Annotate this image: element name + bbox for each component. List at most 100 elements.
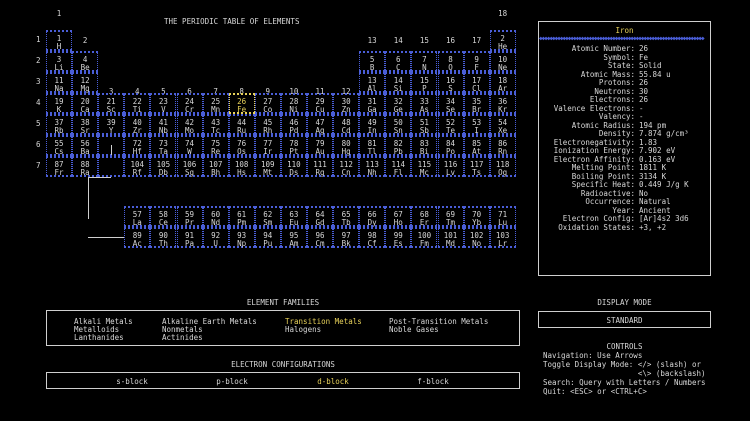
element-cell[interactable]: 67 Ho bbox=[385, 206, 412, 227]
element-cell[interactable]: 96 Cm bbox=[307, 227, 333, 248]
config-item[interactable]: f-block bbox=[403, 378, 463, 386]
element-cell[interactable]: 10 Ne bbox=[489, 51, 516, 72]
element-cell[interactable]: 11 Na bbox=[46, 72, 72, 93]
element-cell[interactable]: 51 Sb bbox=[411, 114, 438, 135]
element-cell[interactable]: 3 Li bbox=[46, 51, 72, 72]
element-cell[interactable]: 19 K bbox=[46, 93, 72, 114]
element-cell[interactable]: 82 Pb bbox=[385, 135, 412, 156]
element-cell[interactable]: 56 Ba bbox=[72, 135, 99, 156]
element-cell[interactable]: 84 Po bbox=[437, 135, 464, 156]
element-cell[interactable]: 1H bbox=[46, 30, 72, 51]
element-cell[interactable]: 63 Eu bbox=[280, 206, 307, 227]
element-cell[interactable]: 90 Th bbox=[150, 227, 177, 248]
element-cell[interactable]: 65 Tb bbox=[333, 206, 360, 227]
element-cell[interactable]: 118 Og bbox=[489, 156, 516, 177]
element-cell[interactable]: 52 Te bbox=[437, 114, 464, 135]
element-cell[interactable]: 37 Rb bbox=[46, 114, 72, 135]
element-cell[interactable]: 91 Pa bbox=[176, 227, 203, 248]
element-cell[interactable]: 73 Ta bbox=[150, 135, 177, 156]
family-item[interactable]: Actinides bbox=[162, 334, 203, 342]
element-cell[interactable]: 26 Fe bbox=[228, 93, 255, 114]
element-cell[interactable]: 60 Nd bbox=[202, 206, 229, 227]
element-cell[interactable]: 70 Yb bbox=[463, 206, 490, 227]
element-cell[interactable]: 17 Cl bbox=[463, 72, 490, 93]
element-cell[interactable]: 6C bbox=[385, 51, 412, 72]
family-item[interactable]: Lanthanides bbox=[74, 334, 124, 342]
element-cell[interactable]: 50 Sn bbox=[385, 114, 412, 135]
element-cell[interactable]: 83 Bi bbox=[411, 135, 438, 156]
element-cell[interactable]: 94 Pu bbox=[254, 227, 281, 248]
element-cell[interactable]: 89 Ac bbox=[124, 227, 151, 248]
element-cell[interactable]: 14 Si bbox=[385, 72, 412, 93]
element-cell[interactable]: 99 Es bbox=[385, 227, 412, 248]
element-cell[interactable]: 97 Bk bbox=[333, 227, 360, 248]
element-cell[interactable]: 109 Mt bbox=[254, 156, 281, 177]
element-cell[interactable]: 66 Dy bbox=[359, 206, 386, 227]
element-cell[interactable]: 81 Tl bbox=[359, 135, 386, 156]
element-cell[interactable]: 55 Cs bbox=[46, 135, 72, 156]
element-cell[interactable]: 54 Xe bbox=[489, 114, 516, 135]
element-cell[interactable]: 47 Ag bbox=[307, 114, 333, 135]
element-cell[interactable]: 116 Lv bbox=[437, 156, 464, 177]
element-cell[interactable]: 13 Al bbox=[359, 72, 386, 93]
element-cell[interactable]: 27 Co bbox=[254, 93, 281, 114]
element-cell[interactable]: 77 Ir bbox=[254, 135, 281, 156]
element-cell[interactable]: 76 Os bbox=[228, 135, 255, 156]
element-cell[interactable]: 43 Tc bbox=[202, 114, 229, 135]
element-cell[interactable]: 75 Re bbox=[202, 135, 229, 156]
element-cell[interactable]: 72 Hf bbox=[124, 135, 151, 156]
element-cell[interactable]: 100 Fm bbox=[411, 227, 438, 248]
element-cell[interactable]: 20 Ca bbox=[72, 93, 99, 114]
element-cell[interactable]: 2 He bbox=[489, 30, 516, 51]
element-cell[interactable]: 31 Ga bbox=[359, 93, 386, 114]
element-cell[interactable]: 62 Sm bbox=[254, 206, 281, 227]
element-cell[interactable]: 23 V bbox=[150, 93, 177, 114]
element-cell[interactable]: 42 Mo bbox=[176, 114, 203, 135]
element-cell[interactable]: 34 Se bbox=[437, 93, 464, 114]
element-cell[interactable]: 106 Sg bbox=[176, 156, 203, 177]
element-cell[interactable]: 21 Sc bbox=[98, 93, 125, 114]
element-cell[interactable]: 86 Rn bbox=[489, 135, 516, 156]
element-cell[interactable]: 12 Mg bbox=[72, 72, 99, 93]
element-cell[interactable]: 92 U bbox=[202, 227, 229, 248]
element-cell[interactable]: 44 Ru bbox=[228, 114, 255, 135]
element-cell[interactable]: 39 Y bbox=[98, 114, 125, 135]
element-cell[interactable]: 88 Ra bbox=[72, 156, 99, 177]
element-cell[interactable]: 102 No bbox=[463, 227, 490, 248]
element-cell[interactable]: 48 Cd bbox=[333, 114, 360, 135]
element-cell[interactable]: 115 Mc bbox=[411, 156, 438, 177]
element-cell[interactable]: 36 Kr bbox=[489, 93, 516, 114]
element-cell[interactable]: 57 La bbox=[124, 206, 151, 227]
element-cell[interactable]: 71 Lu bbox=[489, 206, 516, 227]
element-cell[interactable]: 80 Hg bbox=[333, 135, 360, 156]
element-cell[interactable]: 18 Ar bbox=[489, 72, 516, 93]
element-cell[interactable]: 41 Nb bbox=[150, 114, 177, 135]
element-cell[interactable]: 112 Cn bbox=[333, 156, 360, 177]
config-item[interactable]: s-block bbox=[102, 378, 162, 386]
element-cell[interactable]: 111 Rg bbox=[307, 156, 333, 177]
element-cell[interactable]: 40 Zr bbox=[124, 114, 151, 135]
display-mode-box[interactable]: STANDARD bbox=[538, 311, 711, 328]
element-cell[interactable]: 110 Ds bbox=[280, 156, 307, 177]
element-cell[interactable]: 78 Pt bbox=[280, 135, 307, 156]
element-cell[interactable]: 101 Md bbox=[437, 227, 464, 248]
element-cell[interactable]: 103 Lr bbox=[489, 227, 516, 248]
element-cell[interactable]: 93 Np bbox=[228, 227, 255, 248]
element-cell[interactable]: 5B bbox=[359, 51, 386, 72]
family-item[interactable]: Noble Gases bbox=[389, 326, 439, 334]
element-cell[interactable]: 25 Mn bbox=[202, 93, 229, 114]
element-cell[interactable]: 16 S bbox=[437, 72, 464, 93]
element-cell[interactable]: 30 Zn bbox=[333, 93, 360, 114]
element-cell[interactable]: 113 Nh bbox=[359, 156, 386, 177]
element-cell[interactable]: 95 Am bbox=[280, 227, 307, 248]
element-cell[interactable]: 117 Ts bbox=[463, 156, 490, 177]
element-cell[interactable]: 38 Sr bbox=[72, 114, 99, 135]
element-cell[interactable]: 46 Pd bbox=[280, 114, 307, 135]
element-cell[interactable]: 87 Fr bbox=[46, 156, 72, 177]
element-cell[interactable]: 105 Db bbox=[150, 156, 177, 177]
config-item[interactable]: p-block bbox=[202, 378, 262, 386]
element-cell[interactable]: 53 I bbox=[463, 114, 490, 135]
element-cell[interactable]: 22 Ti bbox=[124, 93, 151, 114]
element-cell[interactable]: 59 Pr bbox=[176, 206, 203, 227]
element-cell[interactable]: 24 Cr bbox=[176, 93, 203, 114]
